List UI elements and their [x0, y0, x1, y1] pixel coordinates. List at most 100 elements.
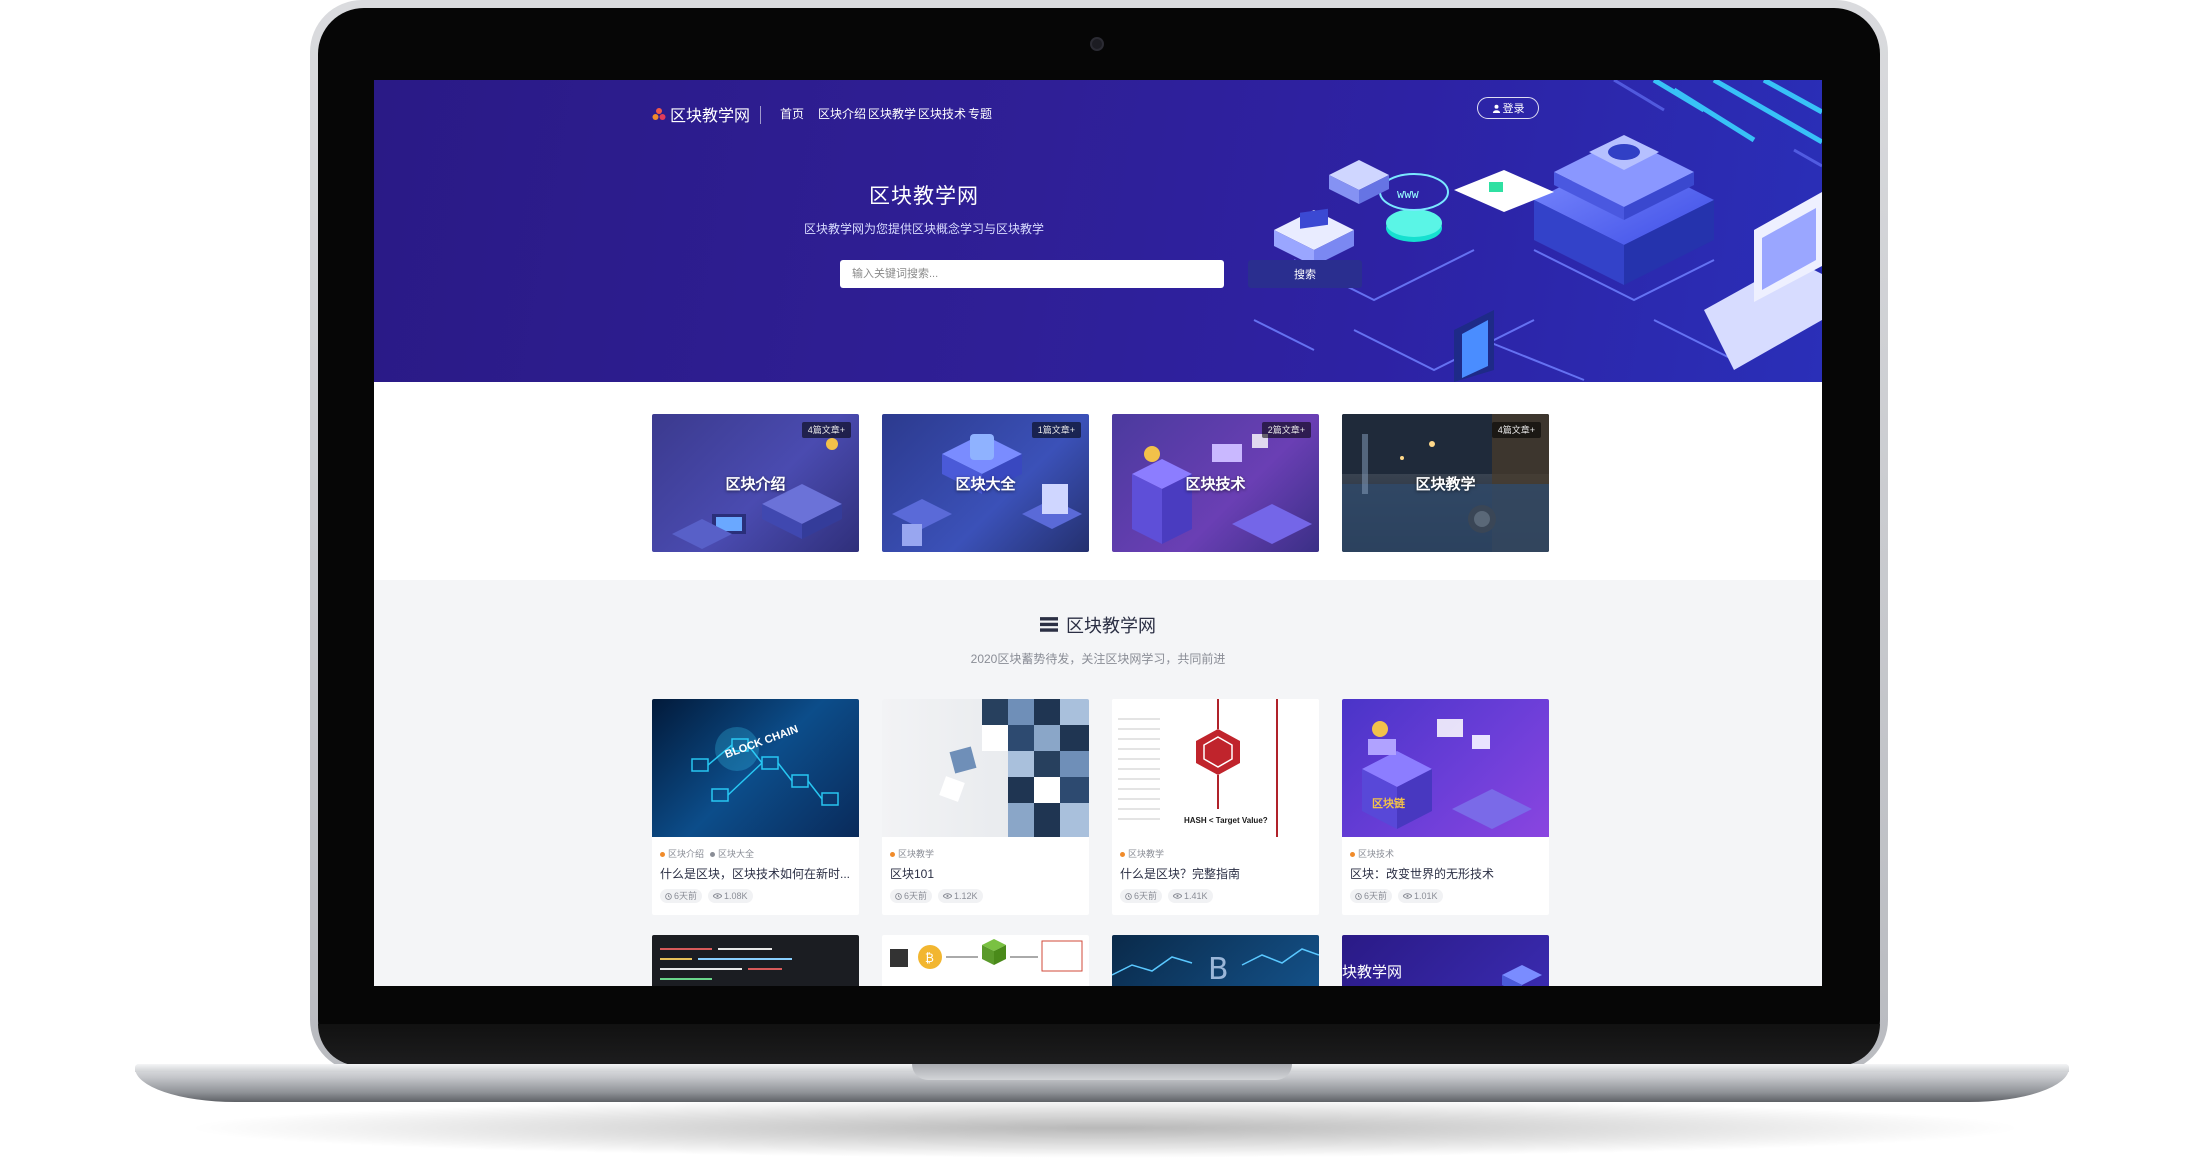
- tag-dot-icon: [710, 852, 716, 858]
- post-views-text: 1.08K: [724, 891, 748, 901]
- top-navigation: 区块教学网 首页 区块介绍 区块教学 区块技术 专题: [652, 100, 1552, 128]
- isometric-blockchain-illustration: 区块链: [1362, 719, 1532, 829]
- nav-divider: [760, 106, 761, 124]
- post-thumbnail[interactable]: HASH < Target Value?: [1112, 699, 1319, 837]
- post-thumbnail[interactable]: BLOCK CHAIN: [652, 699, 859, 837]
- post-card-row2-bitcoin[interactable]: B: [1112, 935, 1319, 986]
- tag-dot-icon: [890, 852, 895, 858]
- tag-dot-icon: [660, 852, 665, 858]
- user-icon: [1492, 104, 1500, 113]
- post-time: 6天前: [660, 889, 703, 903]
- post-views: 1.01K: [1398, 889, 1443, 903]
- svg-text:B: B: [1208, 952, 1229, 986]
- search-input[interactable]: [840, 260, 1224, 288]
- website-screen: www 区块教学网 首页 区块介绍 区块教学 区块技术 专题 登录 区块教学网 …: [374, 80, 1822, 986]
- section-title-text: 区块教学网: [1066, 616, 1156, 636]
- category-label: 区块大全: [955, 475, 1016, 493]
- clock-icon: [1125, 892, 1132, 900]
- thumb-text: 区块链: [1372, 796, 1406, 810]
- post-title[interactable]: 什么是区块，区块技术如何在新时...: [660, 865, 852, 882]
- post-meta: 6天前 1.08K: [660, 889, 753, 903]
- nav-item-intro[interactable]: 区块介绍: [818, 100, 866, 128]
- post-tags: 区块技术: [1350, 847, 1394, 860]
- post-meta: 6天前 1.01K: [1350, 889, 1443, 903]
- site-logo[interactable]: 区块教学网: [652, 100, 750, 128]
- stack-icon: [1040, 617, 1058, 632]
- post-card[interactable]: 区块教学 区块101 6天前 1.12K: [882, 699, 1089, 915]
- nav-item-topics[interactable]: 专题: [968, 100, 992, 128]
- post-tags: 区块介绍 区块大全: [660, 847, 754, 860]
- post-time-text: 6天前: [1364, 891, 1388, 901]
- post-card-row2-code[interactable]: [652, 935, 859, 986]
- isometric-cube-icon: [1502, 965, 1542, 986]
- clock-icon: [895, 892, 902, 900]
- post-time: 6天前: [1120, 889, 1163, 903]
- post-tags: 区块教学: [890, 847, 934, 860]
- laptop-notch: [912, 1064, 1292, 1080]
- laptop-chin: [318, 1024, 1880, 1066]
- post-card[interactable]: 区块链 区块技术 区块：改变世界的无形技术 6天前 1.01K: [1342, 699, 1549, 915]
- laptop-shadow: [180, 1098, 2030, 1158]
- bitcoin-flow-diagram: ₿: [890, 939, 1083, 972]
- nav-item-home[interactable]: 首页: [780, 100, 804, 128]
- logo-icon: [652, 108, 666, 120]
- category-card-tech[interactable]: 2篇文章+ 区块技术: [1112, 414, 1319, 552]
- section-title: 区块教学网: [374, 612, 1822, 638]
- tag-label: 区块大全: [718, 849, 755, 859]
- tag-dot-icon: [1350, 852, 1355, 858]
- post-title[interactable]: 区块：改变世界的无形技术: [1350, 865, 1542, 882]
- category-label: 区块技术: [1185, 475, 1246, 493]
- nav-item-tech[interactable]: 区块技术: [918, 100, 966, 128]
- eye-icon: [943, 893, 953, 899]
- mining-difficulty-infographic: HASH < Target Value?: [1118, 699, 1278, 837]
- login-label: 登录: [1502, 103, 1525, 115]
- search-button[interactable]: 搜索: [1248, 260, 1362, 288]
- post-thumbnail[interactable]: 区块链: [1342, 699, 1549, 837]
- tag-link[interactable]: 区块教学: [1120, 847, 1164, 860]
- post-views: 1.41K: [1168, 889, 1213, 903]
- login-button[interactable]: 登录: [1477, 97, 1539, 119]
- tag-label: 区块介绍: [668, 849, 705, 859]
- category-label: 区块教学: [1415, 475, 1476, 493]
- tag-label: 区块技术: [1358, 849, 1395, 859]
- category-card-intro[interactable]: 4篇文章+ 区块介绍: [652, 414, 859, 552]
- tag-link[interactable]: 区块大全: [710, 847, 754, 860]
- post-card-row2-flow[interactable]: ₿: [882, 935, 1089, 986]
- tag-link[interactable]: 区块技术: [1350, 847, 1394, 860]
- post-meta: 6天前 1.41K: [1120, 889, 1213, 903]
- post-time: 6天前: [890, 889, 933, 903]
- post-time-text: 6天前: [1134, 891, 1158, 901]
- hero-title: 区块教学网: [869, 185, 979, 208]
- post-title[interactable]: 区块101: [890, 865, 1082, 882]
- tag-dot-icon: [1120, 852, 1125, 858]
- post-tags: 区块教学: [1120, 847, 1164, 860]
- bitcoin-chart-graphic: B: [1112, 948, 1319, 986]
- tag-label: 区块教学: [898, 849, 935, 859]
- post-views-text: 1.41K: [1184, 891, 1208, 901]
- puzzle-graphic: [939, 699, 1089, 837]
- tag-link[interactable]: 区块教学: [890, 847, 934, 860]
- eye-icon: [1173, 893, 1183, 899]
- eye-icon: [1403, 893, 1413, 899]
- category-strip: [374, 382, 1822, 580]
- eye-icon: [713, 893, 723, 899]
- site-name: 区块教学网: [670, 108, 751, 125]
- hero-banner: www 区块教学网 首页 区块介绍 区块教学 区块技术 专题 登录 区块教学网 …: [374, 80, 1822, 382]
- category-card-teaching[interactable]: 4篇文章+ 区块教学: [1342, 414, 1549, 552]
- category-card-all[interactable]: 1篇文章+ 区块大全: [882, 414, 1089, 552]
- clock-icon: [665, 892, 672, 900]
- tag-link[interactable]: 区块介绍: [660, 847, 704, 860]
- post-thumbnail[interactable]: [882, 699, 1089, 837]
- post-title[interactable]: 什么是区块？完整指南: [1120, 865, 1312, 882]
- tag-label: 区块教学: [1128, 849, 1165, 859]
- nav-item-teaching[interactable]: 区块教学: [868, 100, 916, 128]
- post-time-text: 6天前: [674, 891, 698, 901]
- code-screenshot: [660, 948, 792, 980]
- svg-text:₿: ₿: [925, 951, 934, 965]
- thumb-text: HASH < Target Value?: [1184, 816, 1268, 825]
- post-card-row2-site[interactable]: 块教学网: [1342, 935, 1549, 986]
- post-time: 6天前: [1350, 889, 1393, 903]
- post-card[interactable]: HASH < Target Value? 区块教学 什么是区块？完整指南 6天前…: [1112, 699, 1319, 915]
- post-views: 1.12K: [938, 889, 983, 903]
- post-card[interactable]: BLOCK CHAIN 区块介绍 区块大全 什么是区块，区块技术如何在新时...…: [652, 699, 859, 915]
